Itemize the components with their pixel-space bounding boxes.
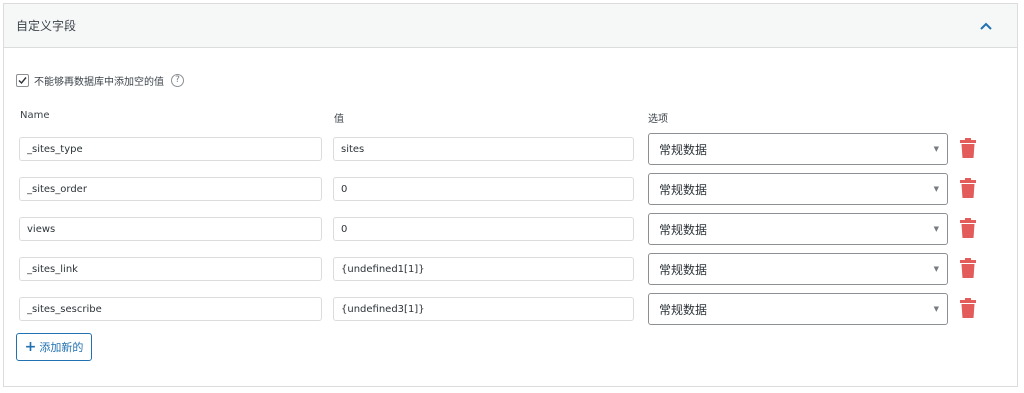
caret-down-icon: ▼ (933, 305, 939, 313)
field-name-input[interactable] (19, 137, 322, 161)
trash-icon[interactable] (960, 178, 976, 198)
field-value-input[interactable] (333, 217, 634, 241)
add-new-button[interactable]: + 添加新的 (16, 333, 92, 361)
plus-icon: + (24, 339, 37, 355)
trash-icon[interactable] (960, 258, 976, 278)
trash-icon[interactable] (960, 298, 976, 318)
field-option-select[interactable]: 常规数据 ▼ (648, 133, 948, 165)
caret-down-icon: ▼ (933, 225, 939, 233)
field-option-select[interactable]: 常规数据 ▼ (648, 293, 948, 325)
caret-down-icon: ▼ (933, 145, 939, 153)
field-option-select[interactable]: 常规数据 ▼ (648, 253, 948, 285)
panel-title: 自定义字段 (16, 19, 77, 33)
checkmark-icon (18, 77, 27, 85)
field-value-input[interactable] (333, 177, 634, 201)
no-empty-checkbox[interactable] (16, 74, 29, 87)
no-empty-label: 不能够再数据库中添加空的值 (34, 77, 164, 88)
field-option-select[interactable]: 常规数据 ▼ (648, 173, 948, 205)
select-value: 常规数据 (659, 262, 708, 277)
empty-value-option: 不能够再数据库中添加空的值 ? (16, 73, 184, 88)
trash-icon[interactable] (960, 138, 976, 158)
column-header-options: 选项 (648, 114, 668, 125)
field-name-input[interactable] (19, 257, 322, 281)
field-name-input[interactable] (19, 297, 322, 321)
field-option-select[interactable]: 常规数据 ▼ (648, 213, 948, 245)
select-value: 常规数据 (659, 302, 708, 317)
field-value-input[interactable] (333, 137, 634, 161)
chevron-up-icon[interactable] (979, 19, 993, 33)
select-value: 常规数据 (659, 182, 708, 197)
trash-icon[interactable] (960, 218, 976, 238)
field-name-input[interactable] (19, 217, 322, 241)
panel-header[interactable]: 自定义字段 (4, 4, 1017, 48)
select-value: 常规数据 (659, 222, 708, 237)
field-name-input[interactable] (19, 177, 322, 201)
field-value-input[interactable] (333, 257, 634, 281)
field-value-input[interactable] (333, 297, 634, 321)
help-circle-icon[interactable]: ? (171, 74, 184, 87)
column-header-name: Name (20, 110, 50, 121)
column-header-value: 值 (334, 114, 344, 125)
select-value: 常规数据 (659, 142, 708, 157)
add-new-label: 添加新的 (39, 341, 84, 354)
caret-down-icon: ▼ (933, 265, 939, 273)
caret-down-icon: ▼ (933, 185, 939, 193)
